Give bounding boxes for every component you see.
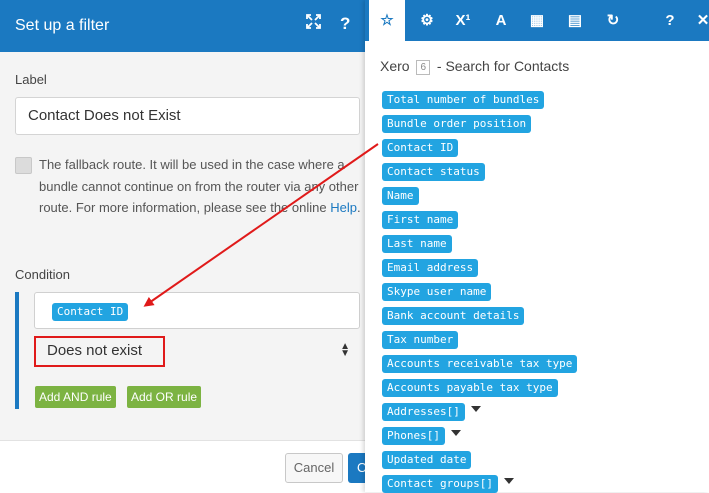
output-item[interactable]: Bank account details: [382, 306, 525, 325]
fallback-checkbox[interactable]: [15, 157, 32, 174]
rotate-icon[interactable]: ↻: [595, 0, 631, 41]
contact-id-token[interactable]: Contact ID: [52, 303, 129, 321]
panel-tabs: ☆ ⚙ X¹ A ▦ ▤ ↻? ✕: [365, 0, 709, 41]
output-item[interactable]: Email address: [382, 258, 479, 277]
output-item[interactable]: Last name: [382, 234, 452, 253]
output-item-token[interactable]: Bank account details: [382, 307, 525, 325]
table-icon[interactable]: ▤: [557, 0, 593, 41]
module-name: Xero: [380, 58, 410, 74]
cancel-button[interactable]: Cancel: [285, 453, 343, 483]
filter-dialog: Set up a filter ? Label Contact Does not…: [0, 0, 378, 493]
dialog-title: Set up a filter: [15, 17, 110, 34]
output-item-token[interactable]: Last name: [382, 235, 452, 253]
output-item-token[interactable]: Contact status: [382, 163, 485, 181]
superscript-icon[interactable]: X¹: [445, 0, 481, 41]
help-link[interactable]: Help: [330, 200, 357, 215]
output-item-token[interactable]: Updated date: [382, 451, 472, 469]
condition-caption: Condition: [15, 267, 70, 282]
output-item[interactable]: Addresses[]: [382, 402, 481, 421]
dialog-header: Set up a filter ?: [0, 0, 370, 52]
output-item[interactable]: Bundle order position: [382, 114, 532, 133]
condition-group-bar: [15, 292, 19, 409]
output-item[interactable]: Phones[]: [382, 426, 461, 445]
output-item-token[interactable]: Accounts receivable tax type: [382, 355, 578, 373]
output-item[interactable]: Total number of bundles: [382, 90, 545, 109]
dialog-body: Label Contact Does not Exist The fallbac…: [0, 52, 370, 440]
output-item-token[interactable]: Skype user name: [382, 283, 492, 301]
output-item[interactable]: Name: [382, 186, 419, 205]
dialog-footer: Cancel O: [0, 440, 378, 493]
help-icon[interactable]: ?: [652, 0, 688, 41]
output-item[interactable]: Skype user name: [382, 282, 492, 301]
label-caption: Label: [15, 72, 47, 87]
star-icon[interactable]: ☆: [369, 0, 405, 41]
output-item[interactable]: Updated date: [382, 450, 472, 469]
select-arrows-icon: ▲ ▼: [340, 341, 350, 359]
module-title: Xero 6 - Search for Contacts: [380, 58, 569, 75]
output-item[interactable]: Tax number: [382, 330, 459, 349]
fallback-description: The fallback route. It will be used in t…: [39, 157, 361, 215]
close-icon[interactable]: ✕: [685, 0, 709, 41]
output-item-token[interactable]: Contact ID: [382, 139, 459, 157]
calendar-icon[interactable]: ▦: [519, 0, 555, 41]
add-or-rule-button[interactable]: Add OR rule: [127, 386, 202, 408]
add-and-rule-button[interactable]: Add AND rule: [35, 386, 116, 408]
output-item-token[interactable]: First name: [382, 211, 459, 229]
output-item[interactable]: Contact status: [382, 162, 485, 181]
module-number-badge: 6: [416, 60, 431, 75]
expand-icon[interactable]: [306, 14, 321, 34]
output-item-token[interactable]: Contact groups[]: [382, 475, 498, 493]
gear-icon[interactable]: ⚙: [409, 0, 445, 41]
output-item[interactable]: Accounts payable tax type: [382, 378, 558, 397]
output-item[interactable]: Contact groups[]: [382, 474, 514, 493]
output-item-token[interactable]: Accounts payable tax type: [382, 379, 558, 397]
output-item[interactable]: Accounts receivable tax type: [382, 354, 578, 373]
mapping-panel: ☆ ⚙ X¹ A ▦ ▤ ↻? ✕ Xero 6 - Search for Contacts …: [365, 0, 709, 493]
output-item-token[interactable]: Total number of bundles: [382, 91, 545, 109]
label-input[interactable]: Contact Does not Exist: [15, 97, 360, 135]
expand-caret-icon[interactable]: [503, 478, 514, 484]
help-button[interactable]: ?: [340, 14, 350, 34]
output-item[interactable]: First name: [382, 210, 459, 229]
output-item-token[interactable]: Bundle order position: [382, 115, 532, 133]
output-item[interactable]: Contact ID: [382, 138, 459, 157]
output-item-token[interactable]: Addresses[]: [382, 403, 465, 421]
condition-operand-field[interactable]: Contact ID: [34, 292, 360, 329]
expand-caret-icon[interactable]: [450, 430, 461, 436]
module-action: - Search for Contacts: [436, 58, 570, 74]
text-icon[interactable]: A: [483, 0, 519, 41]
annotation-highlight-box: [34, 336, 165, 367]
output-item-token[interactable]: Tax number: [382, 331, 459, 349]
output-item-token[interactable]: Phones[]: [382, 427, 445, 445]
output-item-token[interactable]: Name: [382, 187, 419, 205]
expand-caret-icon[interactable]: [470, 406, 481, 412]
output-item-token[interactable]: Email address: [382, 259, 479, 277]
